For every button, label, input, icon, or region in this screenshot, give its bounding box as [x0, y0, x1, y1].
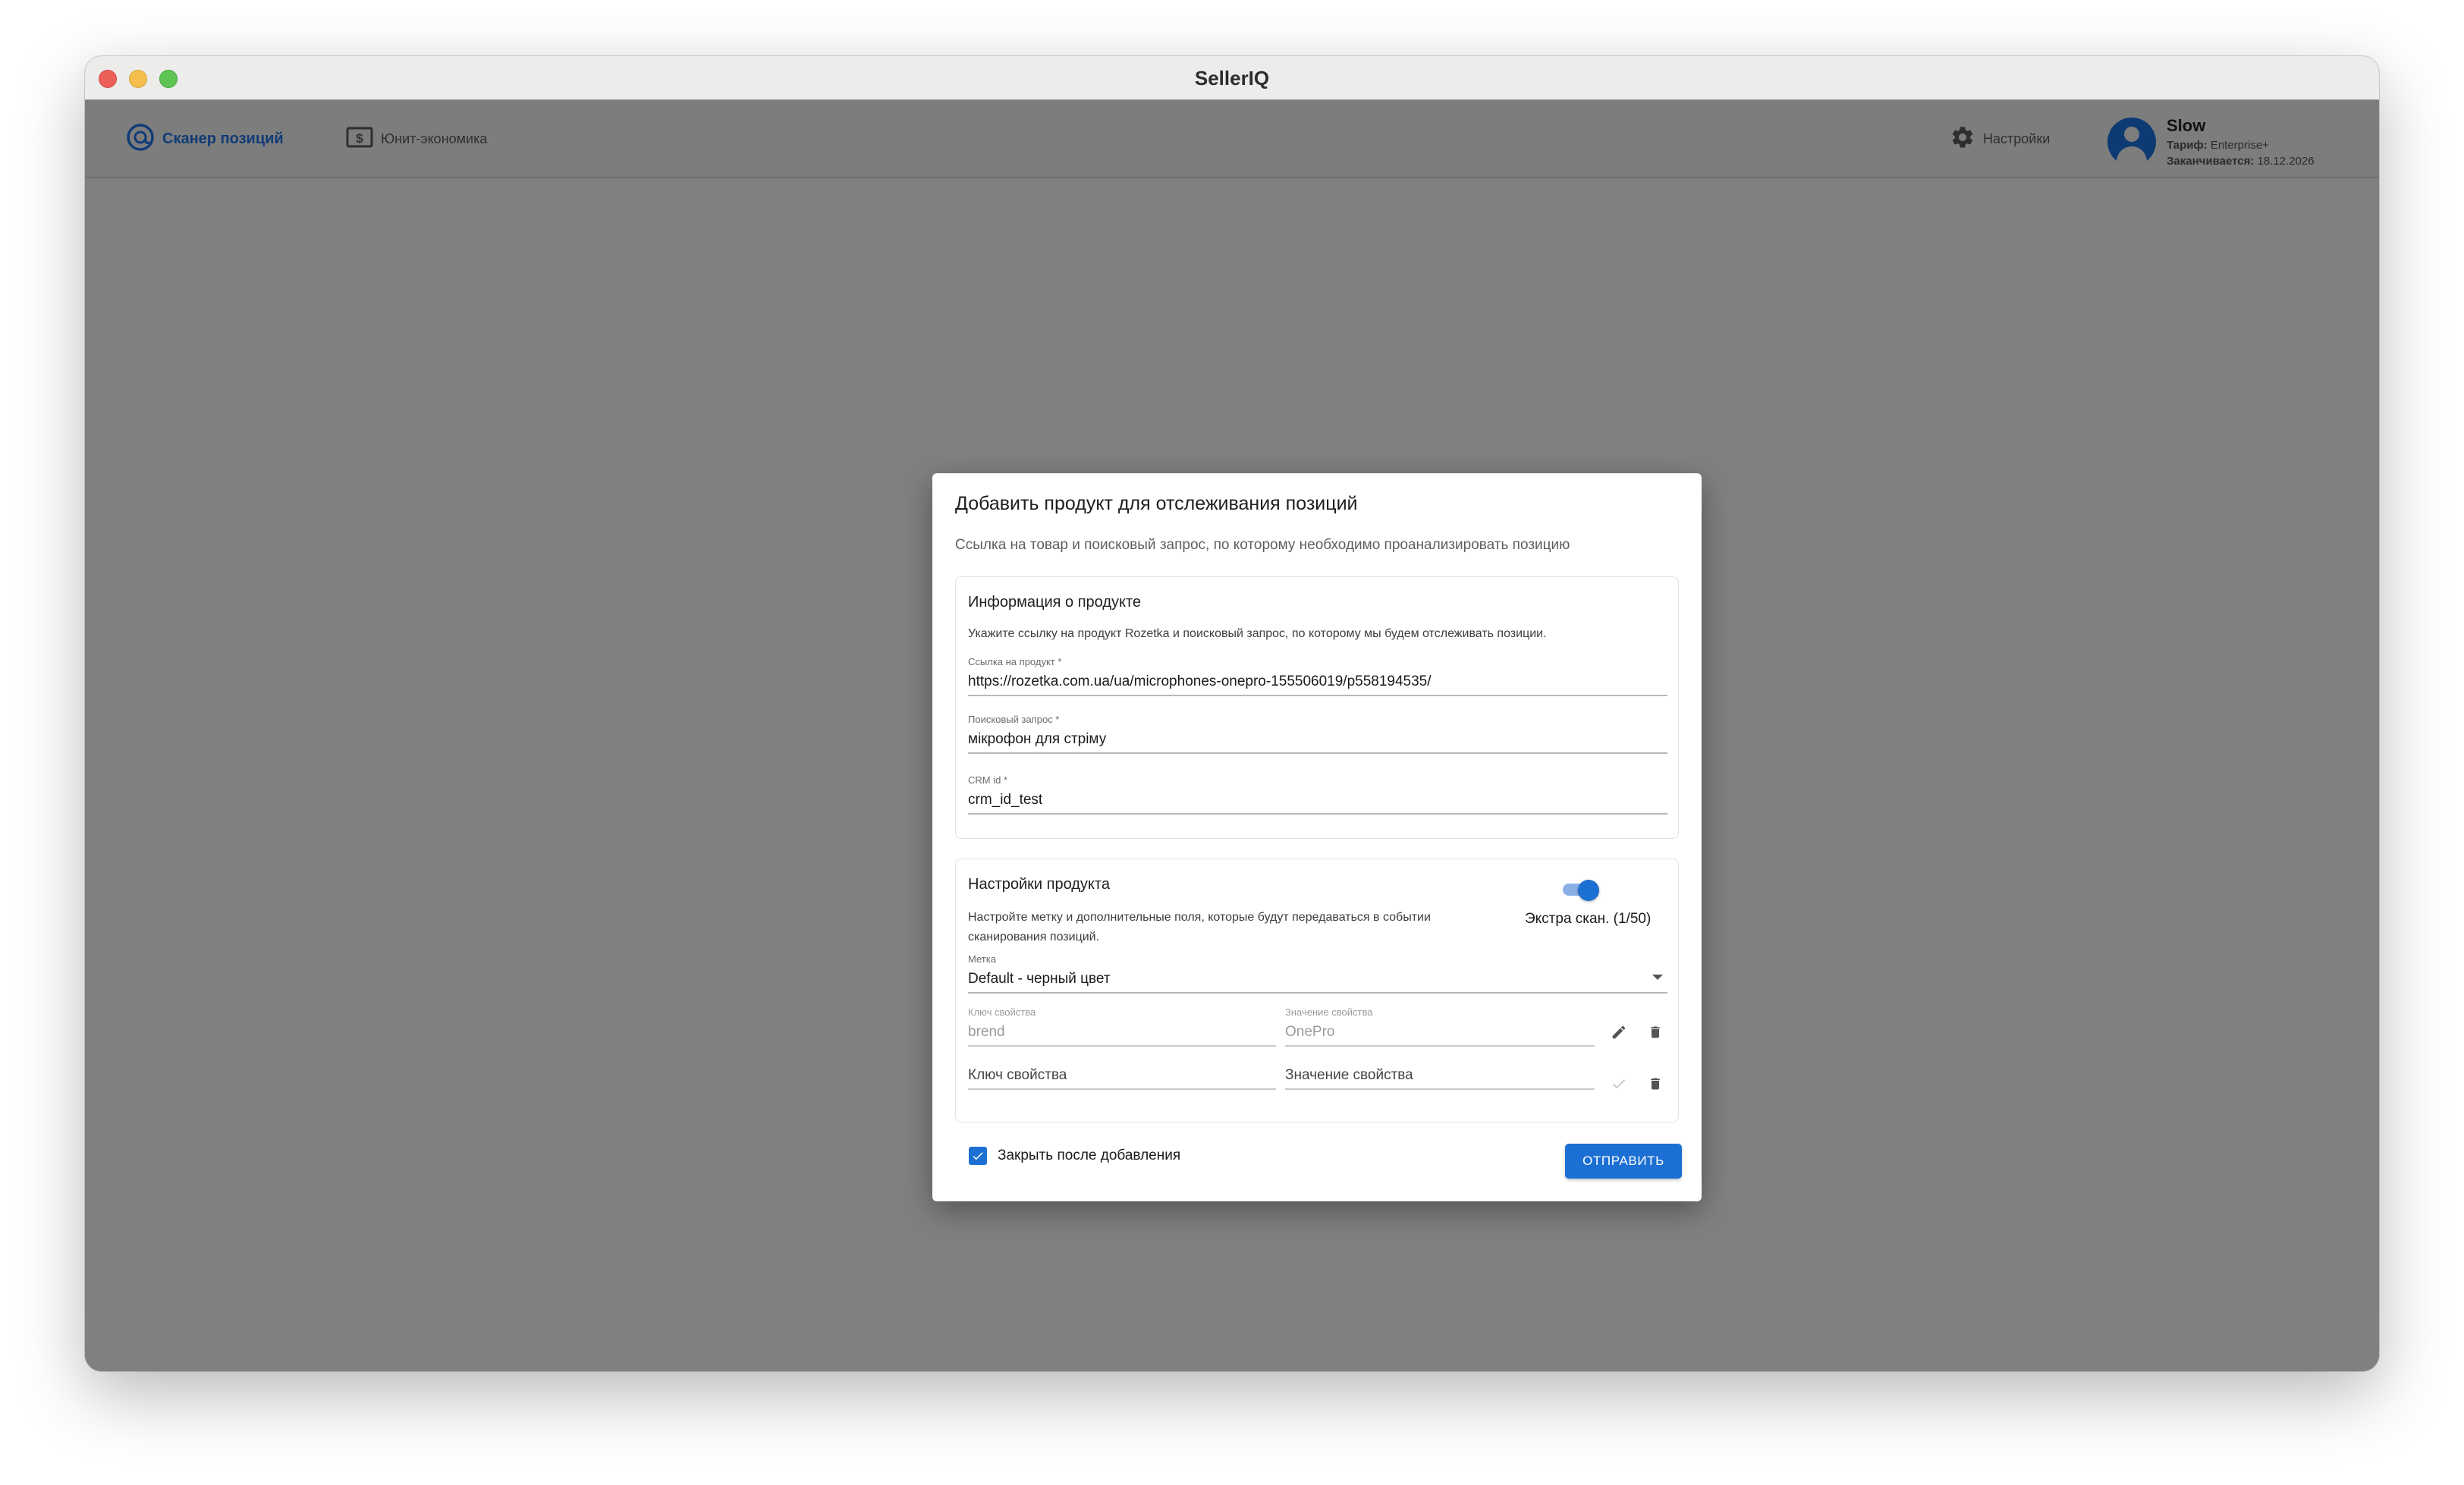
nav-settings-label: Настройки — [1983, 130, 2051, 146]
close-after-add-row[interactable]: Закрыть после добавления — [969, 1147, 1180, 1165]
property-value-label: Значение свойства — [1285, 1006, 1373, 1018]
app-window: SellerIQ Сканер позиций $ Юнит-экономика… — [85, 56, 2379, 1371]
window-title: SellerIQ — [1194, 67, 1270, 89]
product-settings-description: Настройте метку и дополнительные поля, к… — [968, 911, 1431, 943]
product-info-title: Информация о продукте — [968, 594, 1142, 611]
delete-new-property-button[interactable] — [1643, 1072, 1667, 1096]
pencil-icon — [1612, 1025, 1626, 1039]
product-info-card: Информация о продукте Укажите ссылку на … — [955, 576, 1679, 839]
title-bar: SellerIQ — [85, 56, 2379, 100]
app-content: Сканер позиций $ Юнит-экономика Настройк… — [85, 101, 2379, 1371]
new-property-key-placeholder: Ключ свойства — [968, 1067, 1067, 1083]
nav-unit-economics[interactable]: $ Юнит-экономика — [346, 124, 487, 154]
svg-text:$: $ — [356, 131, 363, 146]
submit-button[interactable]: ОТПРАВИТЬ — [1565, 1144, 1682, 1179]
top-app-bar: Сканер позиций $ Юнит-экономика Настройк… — [85, 101, 2379, 178]
tag-value: Default - черный цвет — [968, 971, 1111, 987]
property-value-value: OnePro — [1285, 1024, 1335, 1040]
nav-unit-label: Юнит-экономика — [381, 130, 488, 146]
caret-down-icon — [1652, 975, 1663, 980]
dialog-title: Добавить продукт для отслеживания позици… — [955, 493, 1358, 514]
trash-icon — [1651, 1078, 1660, 1090]
new-property-value-placeholder: Значение свойства — [1285, 1067, 1413, 1083]
checkmark-icon — [973, 1152, 983, 1160]
property-key-value: brend — [968, 1024, 1005, 1040]
new-property-value-input[interactable]: Значение свойства — [1285, 1067, 1595, 1090]
dialog-subtitle: Ссылка на товар и поисковый запрос, по к… — [955, 537, 1570, 553]
user-profile[interactable]: Slow Тариф: Enterprise+ Заканчивается: 1… — [2107, 113, 2315, 171]
profile-name: Slow — [2167, 116, 2206, 135]
crm-id-label: CRM id * — [968, 774, 1008, 786]
crm-id-field[interactable]: CRM id * crm_id_test — [968, 774, 1667, 815]
product-settings-card: Настройки продукта Экстра скан. (1/50) Н… — [955, 859, 1679, 1122]
tag-label: Метка — [968, 953, 996, 965]
avatar — [2107, 118, 2156, 166]
property-key-field: Ключ свойства brend — [968, 1006, 1276, 1047]
product-info-description: Укажите ссылку на продукт Rozetka и поис… — [968, 627, 1547, 640]
close-after-add-label: Закрыть после добавления — [998, 1148, 1181, 1163]
close-after-add-checkbox[interactable] — [969, 1147, 987, 1165]
add-product-dialog: Добавить продукт для отслеживания позици… — [932, 473, 1702, 1201]
tag-select[interactable]: Метка Default - черный цвет — [968, 953, 1667, 994]
search-query-input[interactable]: мікрофон для стріму — [968, 731, 1667, 752]
delete-property-button[interactable] — [1643, 1020, 1667, 1044]
dollar-icon: $ — [346, 126, 373, 152]
profile-plan: Тариф: Enterprise+ — [2167, 139, 2269, 152]
product-settings-title: Настройки продукта — [968, 876, 1110, 893]
profile-info: Slow Тариф: Enterprise+ Заканчивается: 1… — [2167, 116, 2315, 168]
nav-settings[interactable]: Настройки — [1950, 124, 2050, 154]
property-value-field: Значение свойства OnePro — [1285, 1006, 1595, 1047]
trash-icon — [1651, 1026, 1660, 1038]
product-link-input[interactable]: https://rozetka.com.ua/ua/microphones-on… — [968, 673, 1667, 695]
gear-icon — [1950, 124, 1975, 154]
crm-id-input[interactable]: crm_id_test — [968, 792, 1667, 813]
nav-scanner-label: Сканер позиций — [162, 130, 284, 147]
profile-expires: Заканчивается: 18.12.2026 — [2167, 155, 2315, 168]
new-property-key-input[interactable]: Ключ свойства — [968, 1067, 1276, 1090]
extra-scan-label: Экстра скан. (1/50) — [1525, 911, 1652, 927]
nav-scanner[interactable]: Сканер позиций — [126, 123, 284, 155]
product-link-field[interactable]: Ссылка на продукт * https://rozetka.com.… — [968, 656, 1667, 696]
confirm-property-button[interactable] — [1607, 1072, 1631, 1096]
product-link-label: Ссылка на продукт * — [968, 656, 1062, 667]
extra-scan-toggle[interactable] — [1561, 878, 1602, 901]
search-query-label: Поисковый запрос * — [968, 714, 1060, 725]
property-key-label: Ключ свойства — [968, 1006, 1036, 1018]
search-query-field[interactable]: Поисковый запрос * мікрофон для стріму — [968, 714, 1667, 754]
edit-property-button[interactable] — [1607, 1020, 1631, 1044]
check-icon — [1613, 1079, 1626, 1089]
scanner-icon — [126, 123, 155, 155]
